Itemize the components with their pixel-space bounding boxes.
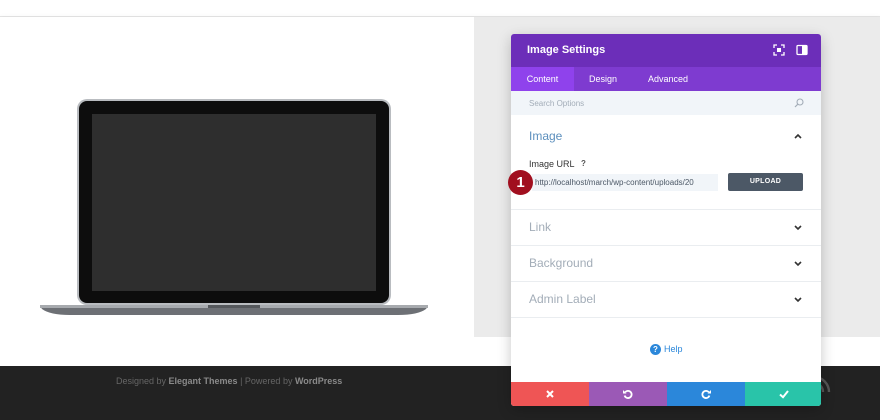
footer-designed-by: Designed by (116, 376, 169, 386)
tab-design[interactable]: Design (574, 67, 632, 91)
help-link-label: Help (664, 344, 683, 354)
section-background-title: Background (529, 256, 594, 270)
section-admin-label-toggle[interactable]: Admin Label (511, 282, 821, 318)
step-marker: 1 (508, 170, 533, 195)
divider (511, 317, 821, 318)
image-url-input[interactable] (532, 174, 718, 191)
tab-advanced[interactable]: Advanced (632, 67, 704, 91)
chevron-up-icon (794, 133, 802, 139)
image-settings-panel: Image Settings Content Design Advanced I… (511, 34, 821, 406)
section-image-title: Image (529, 129, 563, 143)
search-options-input[interactable] (529, 97, 779, 109)
section-link-title: Link (529, 220, 552, 234)
panel-header: Image Settings (511, 34, 821, 67)
footer-theme-link[interactable]: Elegant Themes (169, 376, 238, 386)
redo-icon (701, 389, 711, 399)
discard-button[interactable] (511, 382, 589, 406)
laptop-image (40, 99, 428, 315)
footer-separator: | Powered by (237, 376, 295, 386)
section-admin-label-title: Admin Label (529, 292, 596, 306)
undo-icon (623, 389, 633, 399)
action-bar (511, 382, 821, 406)
footer-credits: Designed by Elegant Themes | Powered by … (116, 376, 342, 386)
image-url-label: Image URL (529, 159, 575, 169)
panel-tabs: Content Design Advanced (511, 67, 821, 91)
close-icon (546, 390, 554, 398)
tab-content[interactable]: Content (511, 67, 574, 91)
section-background-toggle[interactable]: Background (511, 246, 821, 282)
chevron-down-icon (794, 261, 802, 267)
chevron-down-icon (794, 225, 802, 231)
section-image-toggle[interactable]: Image (511, 119, 821, 155)
image-url-help-button[interactable]: ? (578, 158, 589, 169)
help-icon: ? (650, 344, 661, 355)
section-link-toggle[interactable]: Link (511, 210, 821, 246)
search-icon[interactable] (794, 98, 804, 108)
undo-button[interactable] (589, 382, 667, 406)
top-strip (0, 0, 880, 17)
save-button[interactable] (745, 382, 821, 406)
footer-wp-link[interactable]: WordPress (295, 376, 342, 386)
chevron-down-icon (794, 297, 802, 303)
panel-title: Image Settings (527, 44, 606, 56)
sidebar-toggle-icon[interactable] (796, 44, 808, 56)
search-row (511, 91, 821, 115)
redo-button[interactable] (667, 382, 745, 406)
check-icon (779, 390, 789, 399)
expand-icon[interactable] (773, 44, 785, 56)
upload-button[interactable]: UPLOAD (728, 173, 803, 191)
